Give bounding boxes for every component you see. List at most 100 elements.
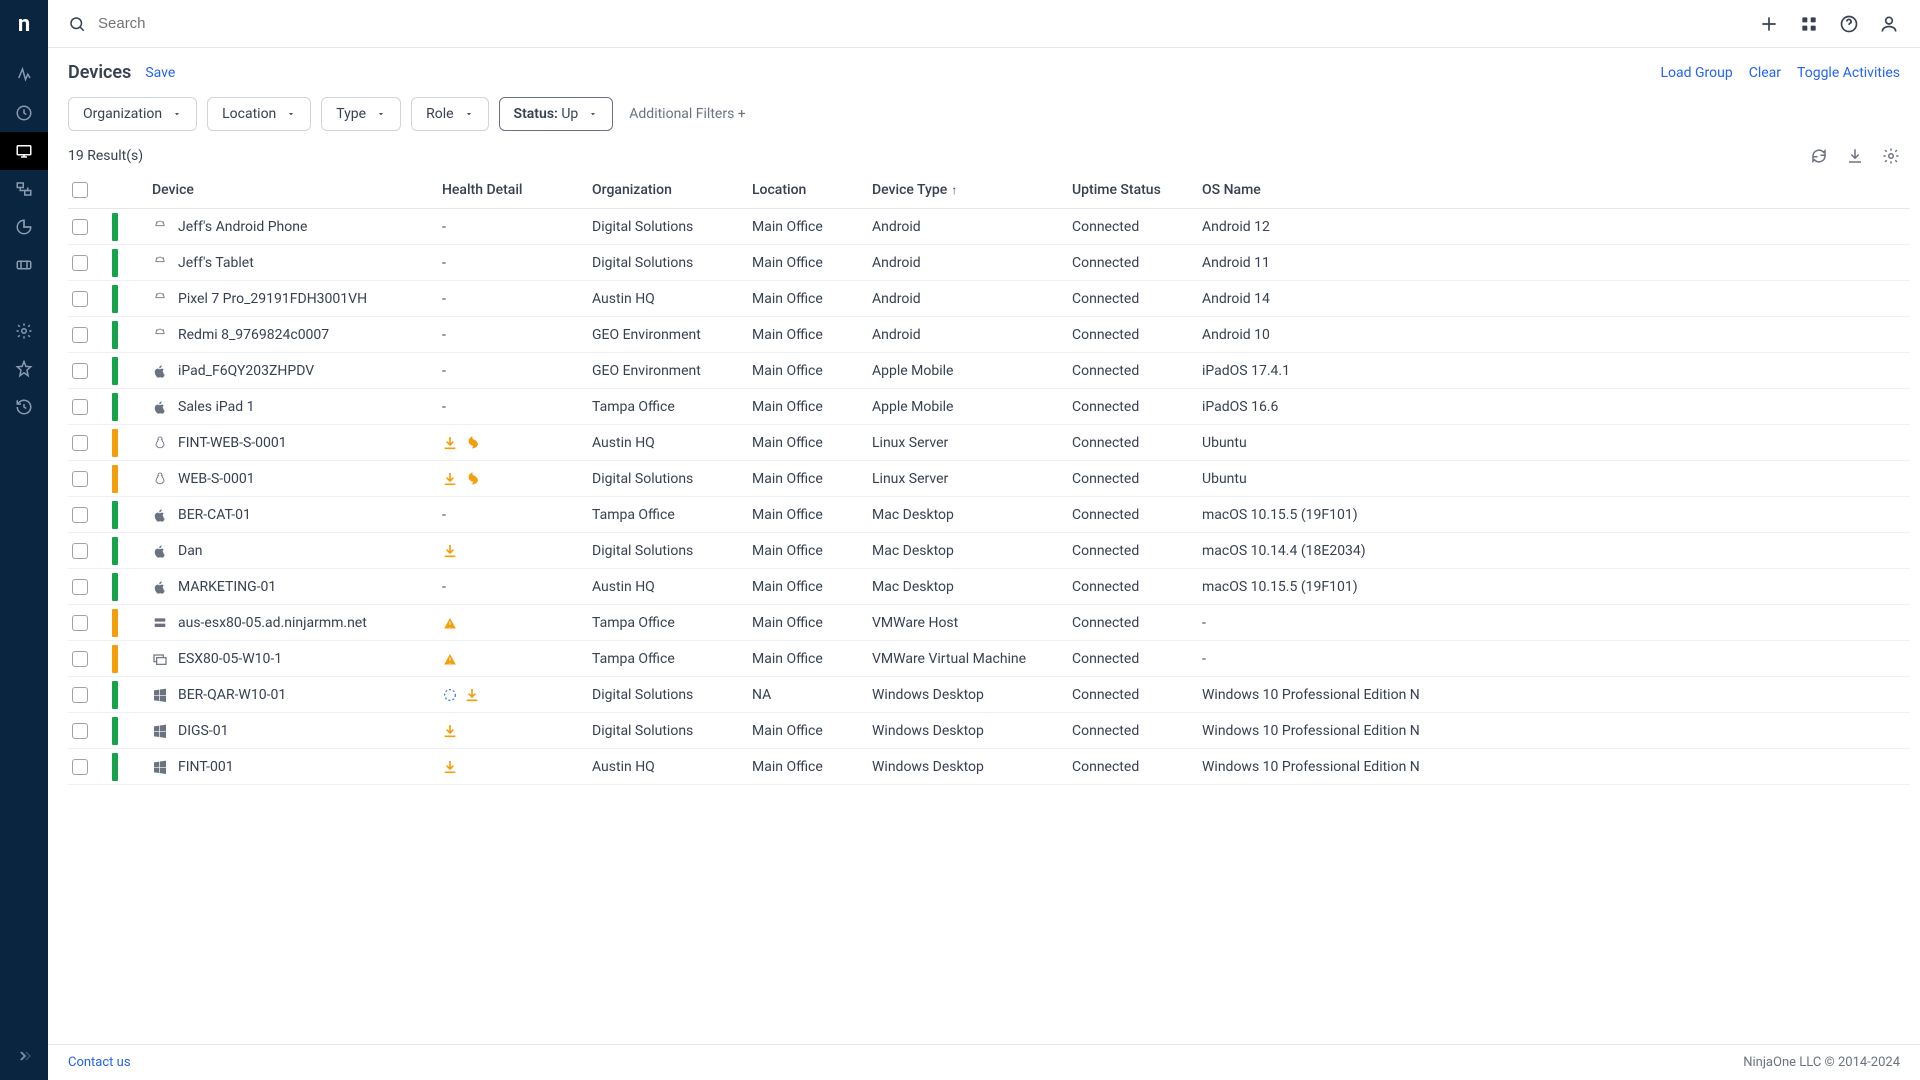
org-cell: Austin HQ xyxy=(588,435,748,451)
nav-reports[interactable] xyxy=(0,208,48,246)
table-row[interactable]: Sales iPad 1-Tampa OfficeMain OfficeAppl… xyxy=(68,389,1910,425)
table-row[interactable]: BER-QAR-W10-01Digital SolutionsNAWindows… xyxy=(68,677,1910,713)
table-row[interactable]: DanDigital SolutionsMain OfficeMac Deskt… xyxy=(68,533,1910,569)
table-row[interactable]: aus-esx80-05.ad.ninjarmm.netTampa Office… xyxy=(68,605,1910,641)
uptime-cell: Connected xyxy=(1068,327,1198,343)
chevron-down-icon xyxy=(588,109,598,119)
row-checkbox[interactable] xyxy=(72,255,88,271)
save-link[interactable]: Save xyxy=(145,65,175,81)
row-checkbox[interactable] xyxy=(72,687,88,703)
uptime-cell: Connected xyxy=(1068,435,1198,451)
table-row[interactable]: ESX80-05-W10-1Tampa OfficeMain OfficeVMW… xyxy=(68,641,1910,677)
toggle-activities-link[interactable]: Toggle Activities xyxy=(1797,65,1900,81)
device-name: WEB-S-0001 xyxy=(178,471,255,487)
table-row[interactable]: Pixel 7 Pro_29191FDH3001VH-Austin HQMain… xyxy=(68,281,1910,317)
row-checkbox[interactable] xyxy=(72,327,88,343)
additional-filters[interactable]: Additional Filters + xyxy=(629,106,745,122)
nav-favorites[interactable] xyxy=(0,350,48,388)
col-location[interactable]: Location xyxy=(748,182,868,198)
row-checkbox[interactable] xyxy=(72,615,88,631)
org-cell: Tampa Office xyxy=(588,651,748,667)
org-cell: Digital Solutions xyxy=(588,471,748,487)
table-row[interactable]: Redmi 8_9769824c0007-GEO EnvironmentMain… xyxy=(68,317,1910,353)
col-device-type[interactable]: Device Type ↑ xyxy=(868,182,1068,198)
nav-devices[interactable] xyxy=(0,132,48,170)
add-button[interactable] xyxy=(1758,13,1780,35)
device-name: FINT-WEB-S-0001 xyxy=(178,435,287,451)
filter-type[interactable]: Type xyxy=(321,97,401,131)
row-checkbox[interactable] xyxy=(72,363,88,379)
table-row[interactable]: WEB-S-0001Digital SolutionsMain OfficeLi… xyxy=(68,461,1910,497)
load-group-link[interactable]: Load Group xyxy=(1661,65,1733,81)
contact-link[interactable]: Contact us xyxy=(68,1055,131,1070)
uptime-cell: Connected xyxy=(1068,471,1198,487)
org-cell: Austin HQ xyxy=(588,291,748,307)
horizontal-scrollbar[interactable] xyxy=(48,1032,1920,1044)
filter-organization[interactable]: Organization xyxy=(68,97,197,131)
row-checkbox[interactable] xyxy=(72,651,88,667)
apple-icon xyxy=(152,363,168,379)
help-button[interactable] xyxy=(1838,13,1860,35)
health-cell: - xyxy=(438,507,588,523)
location-cell: Main Office xyxy=(748,219,868,235)
row-checkbox[interactable] xyxy=(72,543,88,559)
filter-status[interactable]: Status: Up xyxy=(499,97,614,131)
col-device[interactable]: Device xyxy=(148,182,438,198)
status-indicator xyxy=(112,609,118,637)
health-cell xyxy=(438,759,588,775)
row-checkbox[interactable] xyxy=(72,471,88,487)
filter-location[interactable]: Location xyxy=(207,97,311,131)
row-checkbox[interactable] xyxy=(72,579,88,595)
filter-role[interactable]: Role xyxy=(411,97,488,131)
org-cell: Digital Solutions xyxy=(588,543,748,559)
type-cell: Mac Desktop xyxy=(868,507,1068,523)
os-cell: iPadOS 16.6 xyxy=(1198,399,1508,415)
nav-dashboard[interactable] xyxy=(0,94,48,132)
status-indicator xyxy=(112,537,118,565)
table-row[interactable]: Jeff's Android Phone-Digital SolutionsMa… xyxy=(68,209,1910,245)
apple-icon xyxy=(152,579,168,595)
row-checkbox[interactable] xyxy=(72,507,88,523)
uptime-cell: Connected xyxy=(1068,255,1198,271)
type-cell: Mac Desktop xyxy=(868,579,1068,595)
device-name: aus-esx80-05.ad.ninjarmm.net xyxy=(178,615,367,631)
apps-button[interactable] xyxy=(1798,13,1820,35)
nav-history[interactable] xyxy=(0,388,48,426)
select-all-checkbox[interactable] xyxy=(72,182,88,198)
table-row[interactable]: iPad_F6QY203ZHPDV-GEO EnvironmentMain Of… xyxy=(68,353,1910,389)
table-row[interactable]: BER-CAT-01-Tampa OfficeMain OfficeMac De… xyxy=(68,497,1910,533)
table-row[interactable]: FINT-WEB-S-0001Austin HQMain OfficeLinux… xyxy=(68,425,1910,461)
settings-button[interactable] xyxy=(1882,147,1900,165)
os-cell: macOS 10.15.5 (19F101) xyxy=(1198,507,1508,523)
table-row[interactable]: MARKETING-01-Austin HQMain OfficeMac Des… xyxy=(68,569,1910,605)
refresh-button[interactable] xyxy=(1810,147,1828,165)
device-name: iPad_F6QY203ZHPDV xyxy=(178,363,314,379)
col-health[interactable]: Health Detail xyxy=(438,182,588,198)
row-checkbox[interactable] xyxy=(72,399,88,415)
os-cell: Windows 10 Professional Edition N xyxy=(1198,759,1508,775)
profile-button[interactable] xyxy=(1878,13,1900,35)
row-checkbox[interactable] xyxy=(72,219,88,235)
search-input[interactable] xyxy=(98,15,398,32)
nav-getting-started[interactable] xyxy=(0,56,48,94)
col-uptime[interactable]: Uptime Status xyxy=(1068,182,1198,198)
row-checkbox[interactable] xyxy=(72,723,88,739)
table-row[interactable]: DIGS-01Digital SolutionsMain OfficeWindo… xyxy=(68,713,1910,749)
row-checkbox[interactable] xyxy=(72,435,88,451)
table-row[interactable]: FINT-001Austin HQMain OfficeWindows Desk… xyxy=(68,749,1910,785)
sidebar-expand[interactable] xyxy=(0,1036,48,1076)
row-checkbox[interactable] xyxy=(72,759,88,775)
nav-network[interactable] xyxy=(0,170,48,208)
download-button[interactable] xyxy=(1846,147,1864,165)
os-cell: - xyxy=(1198,651,1508,667)
row-checkbox[interactable] xyxy=(72,291,88,307)
table-row[interactable]: Jeff's Tablet-Digital SolutionsMain Offi… xyxy=(68,245,1910,281)
uptime-cell: Connected xyxy=(1068,219,1198,235)
col-org[interactable]: Organization xyxy=(588,182,748,198)
nav-settings[interactable] xyxy=(0,312,48,350)
clear-link[interactable]: Clear xyxy=(1749,65,1781,81)
location-cell: Main Office xyxy=(748,615,868,631)
col-os[interactable]: OS Name xyxy=(1198,182,1508,198)
nav-tickets[interactable] xyxy=(0,246,48,284)
status-indicator xyxy=(112,573,118,601)
